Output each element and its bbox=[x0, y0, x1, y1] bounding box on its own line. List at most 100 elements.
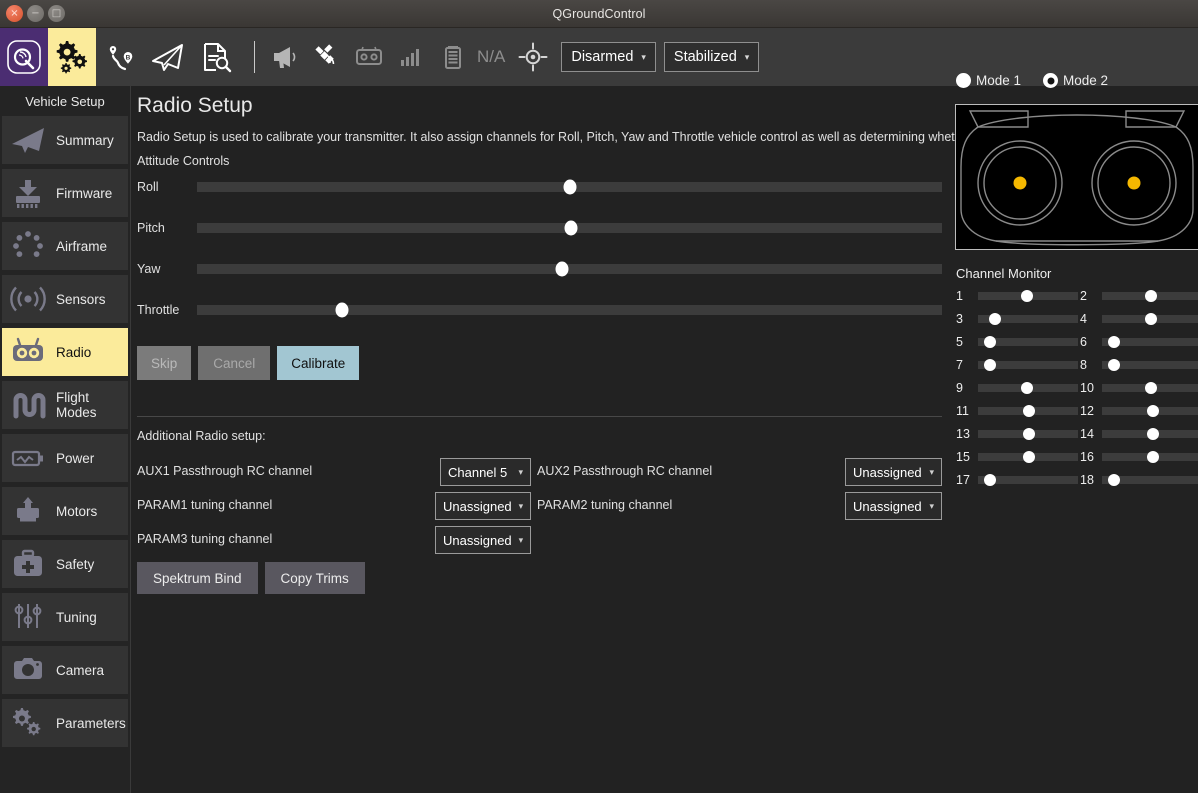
attitude-slider-throttle: Throttle bbox=[137, 299, 942, 321]
channel-monitor-row: 13 bbox=[956, 426, 1078, 442]
copy-trims-button[interactable]: Copy Trims bbox=[265, 562, 365, 594]
analyze-document-icon[interactable] bbox=[192, 28, 240, 86]
assignment-dropdown-box[interactable]: Unassigned ▾ bbox=[845, 492, 942, 520]
channel-knob bbox=[984, 336, 996, 348]
chevron-down-icon: ▾ bbox=[745, 52, 750, 63]
sidebar-item-label: Power bbox=[56, 451, 94, 466]
assignment-dropdown-value: Unassigned bbox=[853, 465, 922, 480]
download-chip-icon bbox=[8, 173, 48, 213]
skip-button[interactable]: Skip bbox=[137, 346, 191, 380]
sidebar-item-summary[interactable]: Summary bbox=[2, 116, 128, 164]
additional-setup-label: Additional Radio setup: bbox=[137, 429, 266, 443]
qgc-logo-icon[interactable] bbox=[0, 28, 48, 86]
channel-track bbox=[978, 315, 1078, 323]
channel-monitor-row: 16 bbox=[1080, 449, 1198, 465]
flight-mode-label: Stabilized bbox=[674, 49, 737, 65]
satellite-gps-icon[interactable] bbox=[307, 37, 347, 77]
battery-icon[interactable] bbox=[433, 37, 473, 77]
radio-button-icon[interactable] bbox=[956, 73, 971, 88]
attitude-slider-label: Roll bbox=[137, 180, 197, 194]
mode-radio-2[interactable]: Mode 2 bbox=[1043, 73, 1108, 88]
crosshair-icon[interactable] bbox=[513, 37, 553, 77]
assignment-dropdown[interactable]: Unassigned▾ bbox=[435, 491, 531, 521]
sidebar-title: Vehicle Setup bbox=[0, 86, 130, 116]
attitude-slider-label: Yaw bbox=[137, 262, 197, 276]
assignment-dropdown-box[interactable]: Unassigned▾ bbox=[845, 458, 942, 486]
signal-bars-icon[interactable] bbox=[391, 37, 431, 77]
plan-waypoints-icon[interactable]: B bbox=[96, 28, 144, 86]
sidebar-item-safety[interactable]: Safety bbox=[2, 540, 128, 588]
sidebar-item-firmware[interactable]: Firmware bbox=[2, 169, 128, 217]
calibrate-button[interactable]: Calibrate bbox=[277, 346, 359, 380]
assignment-label: AUX2 Passthrough RC channel bbox=[537, 456, 712, 486]
attitude-slider-track bbox=[197, 305, 942, 315]
sidebar-item-motors[interactable]: Motors bbox=[2, 487, 128, 535]
channel-track bbox=[1102, 453, 1198, 461]
page-title: Radio Setup bbox=[137, 94, 253, 118]
channel-number: 16 bbox=[1080, 450, 1102, 464]
attitude-slider-track bbox=[197, 223, 942, 233]
section-divider bbox=[137, 416, 942, 417]
assignment-dropdown-value: Unassigned bbox=[853, 499, 922, 514]
channel-track bbox=[978, 338, 1078, 346]
page-description: Radio Setup is used to calibrate your tr… bbox=[137, 130, 1077, 144]
sidebar-item-radio[interactable]: Radio bbox=[2, 328, 128, 376]
attitude-slider-track bbox=[197, 182, 942, 192]
flight-mode-dropdown[interactable]: Stabilized ▾ bbox=[664, 42, 759, 72]
channel-number: 18 bbox=[1080, 473, 1102, 487]
channel-monitor-row: 10 bbox=[1080, 380, 1198, 396]
armed-state-dropdown[interactable]: Disarmed ▾ bbox=[561, 42, 656, 72]
vehicle-setup-sidebar: Vehicle Setup Summary Firmware Airframe Sen… bbox=[0, 86, 131, 793]
sidebar-item-label: Radio bbox=[56, 345, 91, 360]
sidebar-item-sensors[interactable]: Sensors bbox=[2, 275, 128, 323]
channel-track bbox=[978, 407, 1078, 415]
sidebar-item-airframe[interactable]: Airframe bbox=[2, 222, 128, 270]
chevron-down-icon: ▾ bbox=[929, 501, 934, 512]
channel-monitor-row: 5 bbox=[956, 334, 1078, 350]
channel-number: 17 bbox=[956, 473, 978, 487]
channel-track bbox=[978, 292, 1078, 300]
sidebar-item-power[interactable]: Power bbox=[2, 434, 128, 482]
vehicle-setup-gears-icon[interactable] bbox=[48, 28, 96, 86]
mode-radio-1[interactable]: Mode 1 bbox=[956, 73, 1021, 88]
channel-knob bbox=[1108, 359, 1120, 371]
assignment-label: PARAM2 tuning channel bbox=[537, 490, 672, 520]
channel-monitor-row: 15 bbox=[956, 449, 1078, 465]
channel-monitor-row: 6 bbox=[1080, 334, 1198, 350]
assignment-dropdown[interactable]: Channel 5▾ bbox=[440, 457, 531, 487]
spektrum-bind-button[interactable]: Spektrum Bind bbox=[137, 562, 258, 594]
channel-knob bbox=[1108, 336, 1120, 348]
sidebar-item-label: Safety bbox=[56, 557, 94, 572]
channel-knob bbox=[1021, 290, 1033, 302]
channel-knob bbox=[1023, 405, 1035, 417]
megaphone-icon[interactable] bbox=[265, 37, 305, 77]
channel-number: 11 bbox=[956, 404, 978, 418]
cancel-button[interactable]: Cancel bbox=[198, 346, 270, 380]
channel-knob bbox=[1145, 290, 1157, 302]
fly-paper-plane-icon[interactable] bbox=[144, 28, 192, 86]
sidebar-item-camera[interactable]: Camera bbox=[2, 646, 128, 694]
svg-text:B: B bbox=[126, 55, 131, 62]
assignment-dropdown-box[interactable]: Unassigned▾ bbox=[435, 492, 531, 520]
channel-number: 13 bbox=[956, 427, 978, 441]
sliders-icon bbox=[8, 597, 48, 637]
channel-knob bbox=[989, 313, 1001, 325]
sidebar-item-flight-modes[interactable]: Flight Modes bbox=[2, 381, 128, 429]
rc-transmitter-icon[interactable] bbox=[349, 37, 389, 77]
assignment-dropdown-box[interactable]: Unassigned▾ bbox=[435, 526, 531, 554]
sidebar-item-label: Summary bbox=[56, 133, 114, 148]
channel-track bbox=[1102, 476, 1198, 484]
assignment-dropdown[interactable]: Unassigned ▾ bbox=[845, 491, 942, 521]
assignment-label: AUX1 Passthrough RC channel bbox=[137, 456, 312, 486]
assignment-dropdown-box[interactable]: Channel 5▾ bbox=[440, 458, 531, 486]
assignment-dropdown[interactable]: Unassigned▾ bbox=[435, 525, 531, 555]
channel-monitor-row: 8 bbox=[1080, 357, 1198, 373]
channel-track bbox=[1102, 292, 1198, 300]
channel-number: 14 bbox=[1080, 427, 1102, 441]
sidebar-item-tuning[interactable]: Tuning bbox=[2, 593, 128, 641]
radio-button-icon[interactable] bbox=[1043, 73, 1058, 88]
channel-knob bbox=[984, 474, 996, 486]
mode-radio-label: Mode 1 bbox=[976, 73, 1021, 88]
sidebar-item-parameters[interactable]: Parameters bbox=[2, 699, 128, 747]
assignment-dropdown[interactable]: Unassigned▾ bbox=[845, 457, 942, 487]
